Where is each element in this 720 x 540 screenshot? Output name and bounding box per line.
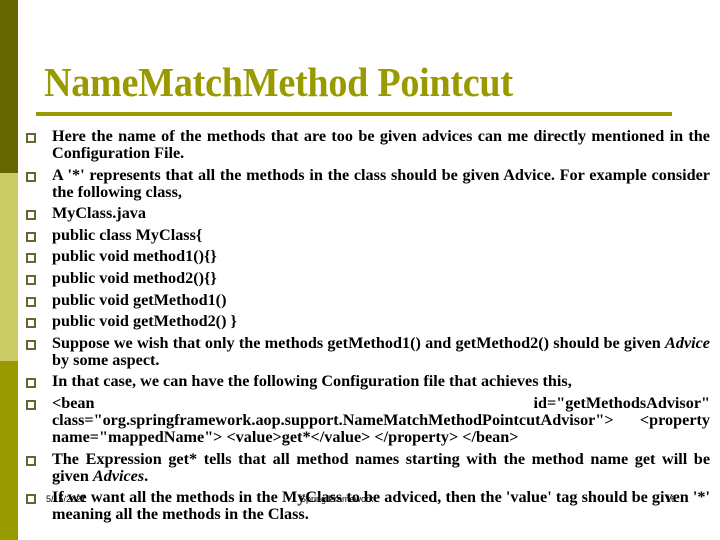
bullet-text: public void getMethod1()	[52, 290, 227, 309]
square-bullet-icon	[26, 494, 36, 505]
bullet-text: public class MyClass{	[52, 225, 203, 244]
bullet-text: If we want all the methods in the MyClas…	[52, 488, 710, 524]
bullet-item: MyClass.java	[26, 205, 710, 222]
sidebar-segment-middle	[0, 173, 18, 361]
bullet-text: Suppose we wish that only the methods ge…	[52, 333, 710, 369]
bullet-text: public void getMethod2() }	[52, 312, 237, 331]
bullet-list: Here the name of the methods that are to…	[26, 128, 710, 528]
bullet-item: <bean id="getMethodsAdvisor" class="org.…	[26, 393, 710, 446]
bullet-item: public void getMethod1()	[26, 290, 710, 309]
square-bullet-icon	[26, 318, 36, 329]
square-bullet-icon	[26, 296, 36, 307]
square-bullet-icon	[26, 210, 36, 221]
bullet-item: The Expression get* tells that all metho…	[26, 449, 710, 485]
square-bullet-icon	[26, 378, 36, 389]
bullet-item: public void getMethod2() }	[26, 313, 710, 330]
title-underline	[36, 112, 672, 116]
footer-page-number: 16	[666, 494, 677, 504]
square-bullet-icon	[26, 133, 36, 143]
emphasis-text: Advice	[665, 333, 710, 352]
bullet-text: Here the name of the methods that are to…	[52, 127, 710, 162]
bullet-text: MyClass.java	[52, 204, 146, 223]
bullet-text: A '*' represents that all the methods in…	[52, 165, 710, 201]
square-bullet-icon	[26, 339, 36, 350]
square-bullet-icon	[26, 171, 36, 182]
sidebar-accent-bar	[0, 0, 18, 540]
bullet-item: public void method2(){}	[26, 268, 710, 287]
sidebar-segment-top	[0, 0, 18, 173]
square-bullet-icon	[26, 274, 36, 285]
bullet-text: <bean id="getMethodsAdvisor" class="org.…	[52, 393, 710, 446]
bullet-item: A '*' represents that all the methods in…	[26, 165, 710, 201]
bullet-item: public void method1(){}	[26, 248, 710, 265]
bullet-text: public void method1(){}	[52, 247, 217, 266]
footer-title: Spring Framework	[300, 494, 374, 504]
square-bullet-icon	[26, 399, 36, 410]
bullet-item: public class MyClass{	[26, 225, 710, 244]
square-bullet-icon	[26, 231, 36, 242]
bullet-item: Suppose we wish that only the methods ge…	[26, 333, 710, 369]
bullet-text: public void method2(){}	[52, 268, 217, 287]
slide-title: NameMatchMethod Pointcut	[44, 59, 513, 105]
square-bullet-icon	[26, 455, 36, 466]
sidebar-segment-bottom	[0, 361, 18, 540]
emphasis-text: Advices	[92, 466, 145, 485]
square-bullet-icon	[26, 253, 36, 264]
bullet-text: The Expression get* tells that all metho…	[52, 449, 710, 485]
bullet-item: In that case, we can have the following …	[26, 373, 710, 390]
bullet-text: In that case, we can have the following …	[52, 372, 572, 391]
footer-date: 5/15/2021	[46, 494, 87, 504]
bullet-item: Here the name of the methods that are to…	[26, 128, 710, 162]
